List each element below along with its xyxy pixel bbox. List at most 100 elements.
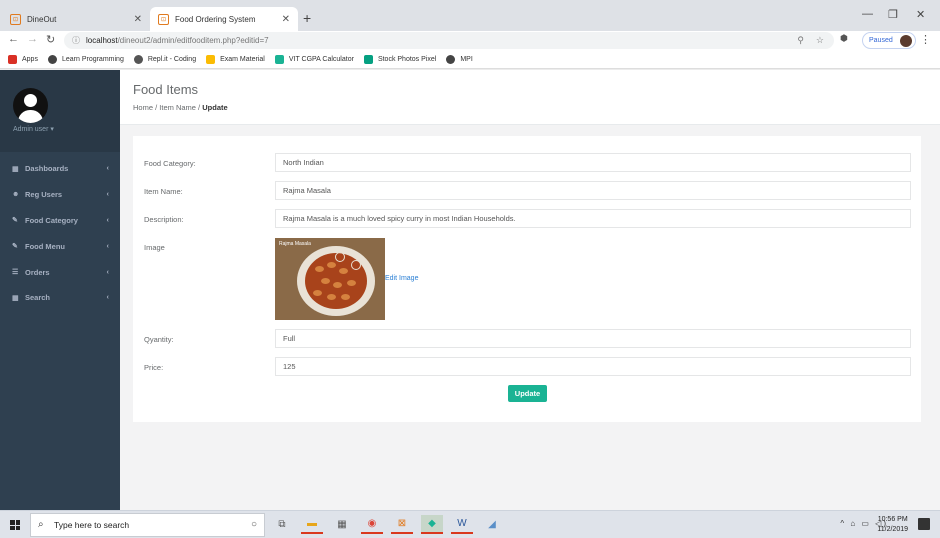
description-label: Description: (144, 215, 184, 224)
edit-food-form: Food Category: North Indian Item Name: R… (133, 136, 921, 422)
info-icon: ⓘ (72, 36, 80, 45)
breadcrumb-item-name[interactable]: Item Name (159, 103, 196, 112)
app-icon[interactable]: ◢ (481, 515, 503, 534)
taskbar-clock[interactable]: 10:56 PM 11/2/2019 (877, 515, 908, 535)
category-field[interactable]: North Indian (275, 153, 911, 172)
admin-user-dropdown[interactable]: Admin user ▾ (13, 125, 54, 133)
search-icon: ⌕ (38, 519, 44, 530)
calculator-icon[interactable]: ▦ (331, 515, 353, 534)
chevron-left-icon: ‹ (106, 165, 109, 173)
zoom-icon[interactable]: ⚲ (797, 35, 804, 46)
dineout-favicon-icon: ⊡ (10, 13, 21, 25)
breadcrumb-home[interactable]: Home (133, 103, 153, 112)
item-name-label: Item Name: (144, 187, 183, 196)
url-path: /dineout2/admin/editfooditem.php?editid=… (117, 36, 269, 45)
sidebar-menu: ▦ Dashboards ‹ ☻ Reg Users ‹ ✎ Food Category ‹… (0, 156, 120, 311)
photo-icon (363, 54, 373, 64)
profile-button[interactable]: Paused (862, 32, 916, 49)
tab-label: DineOut (27, 14, 57, 24)
sidebar-item-food-menu[interactable]: ✎ Food Menu ‹ (0, 233, 120, 259)
bookmark-mpi[interactable]: MPI (446, 54, 473, 64)
price-field[interactable]: 125 (275, 357, 911, 376)
maximize-icon[interactable]: ❐ (888, 8, 898, 21)
replit-icon (133, 54, 143, 64)
sidebar-item-dashboards[interactable]: ▦ Dashboards ‹ (0, 156, 120, 182)
profile-avatar (900, 35, 912, 47)
image-label: Image (144, 243, 165, 252)
grid-icon: ▦ (12, 165, 19, 173)
apps-icon (8, 54, 17, 64)
description-field[interactable]: Rajma Masala is a much loved spicy curry… (275, 209, 911, 228)
bookmark-apps[interactable]: Apps (8, 54, 38, 64)
forward-icon[interactable]: → (27, 33, 38, 45)
users-icon: ☻ (12, 191, 20, 199)
reload-icon[interactable]: ↻ (46, 33, 55, 46)
drive-icon (206, 54, 216, 64)
bookmarks-bar: Apps Learn Programming Repl.it - Coding … (0, 50, 940, 69)
tab-food-ordering[interactable]: ⊡ Food Ordering System ✕ (150, 7, 298, 31)
xampp-icon[interactable]: ⊠ (391, 515, 413, 534)
tab-dineout[interactable]: ⊡ DineOut ✕ (2, 7, 150, 31)
bookmark-replit[interactable]: Repl.it - Coding (133, 54, 196, 64)
tab-label: Food Ordering System (175, 14, 256, 24)
list-icon: ☰ (12, 269, 19, 277)
bookmark-learn-programming[interactable]: Learn Programming (47, 54, 124, 64)
bookmark-exam-material[interactable]: Exam Material (206, 54, 265, 64)
close-tab-icon[interactable]: ✕ (134, 14, 142, 25)
page-header: Food Items Home / Item Name / Update (120, 70, 940, 125)
close-tab-icon[interactable]: ✕ (282, 14, 290, 25)
browser-tab-strip: ⊡ DineOut ✕ ⊡ Food Ordering System ✕ + —… (0, 0, 940, 31)
grid-icon: ▦ (12, 294, 19, 302)
user-profile-box: Admin user ▾ (0, 70, 120, 152)
chevron-left-icon: ‹ (106, 268, 109, 276)
chevron-left-icon: ‹ (106, 191, 109, 199)
category-label: Food Category: (144, 159, 196, 168)
sidebar-item-food-category[interactable]: ✎ Food Category ‹ (0, 208, 120, 234)
quantity-label: Qyantity: (144, 335, 174, 344)
url-field[interactable]: ⓘ localhost /dineout2/admin/editfooditem… (64, 32, 834, 49)
sidebar-item-reg-users[interactable]: ☻ Reg Users ‹ (0, 182, 120, 208)
update-button[interactable]: Update (508, 385, 547, 402)
app-icon[interactable]: ◆ (421, 515, 443, 534)
price-label: Price: (144, 363, 164, 372)
avatar (13, 88, 48, 123)
taskbar-search-input[interactable]: ⌕ Type here to search (30, 513, 265, 537)
menu-dots-icon[interactable]: ⋮ (920, 33, 931, 46)
word-icon[interactable]: W (451, 515, 473, 534)
bookmark-vit-cgpa[interactable]: VIT CGPA Calculator (274, 54, 354, 64)
breadcrumb: Home / Item Name / Update (133, 103, 228, 112)
breadcrumb-current: Update (202, 103, 228, 112)
clock-date: 11/2/2019 (877, 526, 908, 533)
task-view-icon[interactable]: ⧉ (271, 515, 293, 534)
quantity-field[interactable]: Full (275, 329, 911, 348)
chevron-left-icon: ‹ (106, 242, 109, 250)
file-explorer-icon[interactable]: ▬ (301, 515, 323, 534)
sidebar-item-search[interactable]: ▦ Search ‹ (0, 285, 120, 311)
cortana-icon[interactable]: ○ (243, 515, 265, 534)
extension-icon[interactable]: ⬢ (840, 33, 848, 44)
edit-icon: ✎ (12, 243, 18, 251)
chevron-left-icon: ‹ (106, 216, 109, 224)
profile-status: Paused (869, 37, 893, 44)
chevron-left-icon: ‹ (106, 294, 109, 302)
page-title: Food Items (133, 82, 199, 97)
close-window-icon[interactable]: ✕ (916, 8, 925, 21)
sidebar-item-orders[interactable]: ☰ Orders ‹ (0, 259, 120, 285)
sidebar: Admin user ▾ ▦ Dashboards ‹ ☻ Reg Users ‹ ✎ F… (0, 70, 120, 510)
bookmark-stock-photos[interactable]: Stock Photos Pixel (363, 54, 436, 64)
clock-time: 10:56 PM (877, 516, 908, 523)
url-host: localhost (86, 36, 118, 45)
star-icon[interactable]: ☆ (816, 35, 824, 46)
edit-icon: ✎ (12, 217, 18, 225)
windows-start-icon[interactable] (10, 520, 20, 530)
new-tab-icon[interactable]: + (303, 10, 311, 26)
food-image: Rajma Masala (275, 238, 385, 320)
item-name-field[interactable]: Rajma Masala (275, 181, 911, 200)
notifications-icon[interactable] (918, 518, 930, 530)
minimize-icon[interactable]: — (862, 8, 873, 20)
windows-taskbar: ⌕ Type here to search ○ ⧉ ▬ ▦ ◉ ⊠ ◆ W ◢ … (0, 510, 940, 538)
chrome-icon[interactable]: ◉ (361, 515, 383, 534)
back-icon[interactable]: ← (8, 33, 19, 45)
edit-image-link[interactable]: Edit Image (385, 275, 418, 282)
food-image-caption: Rajma Masala (279, 241, 311, 247)
